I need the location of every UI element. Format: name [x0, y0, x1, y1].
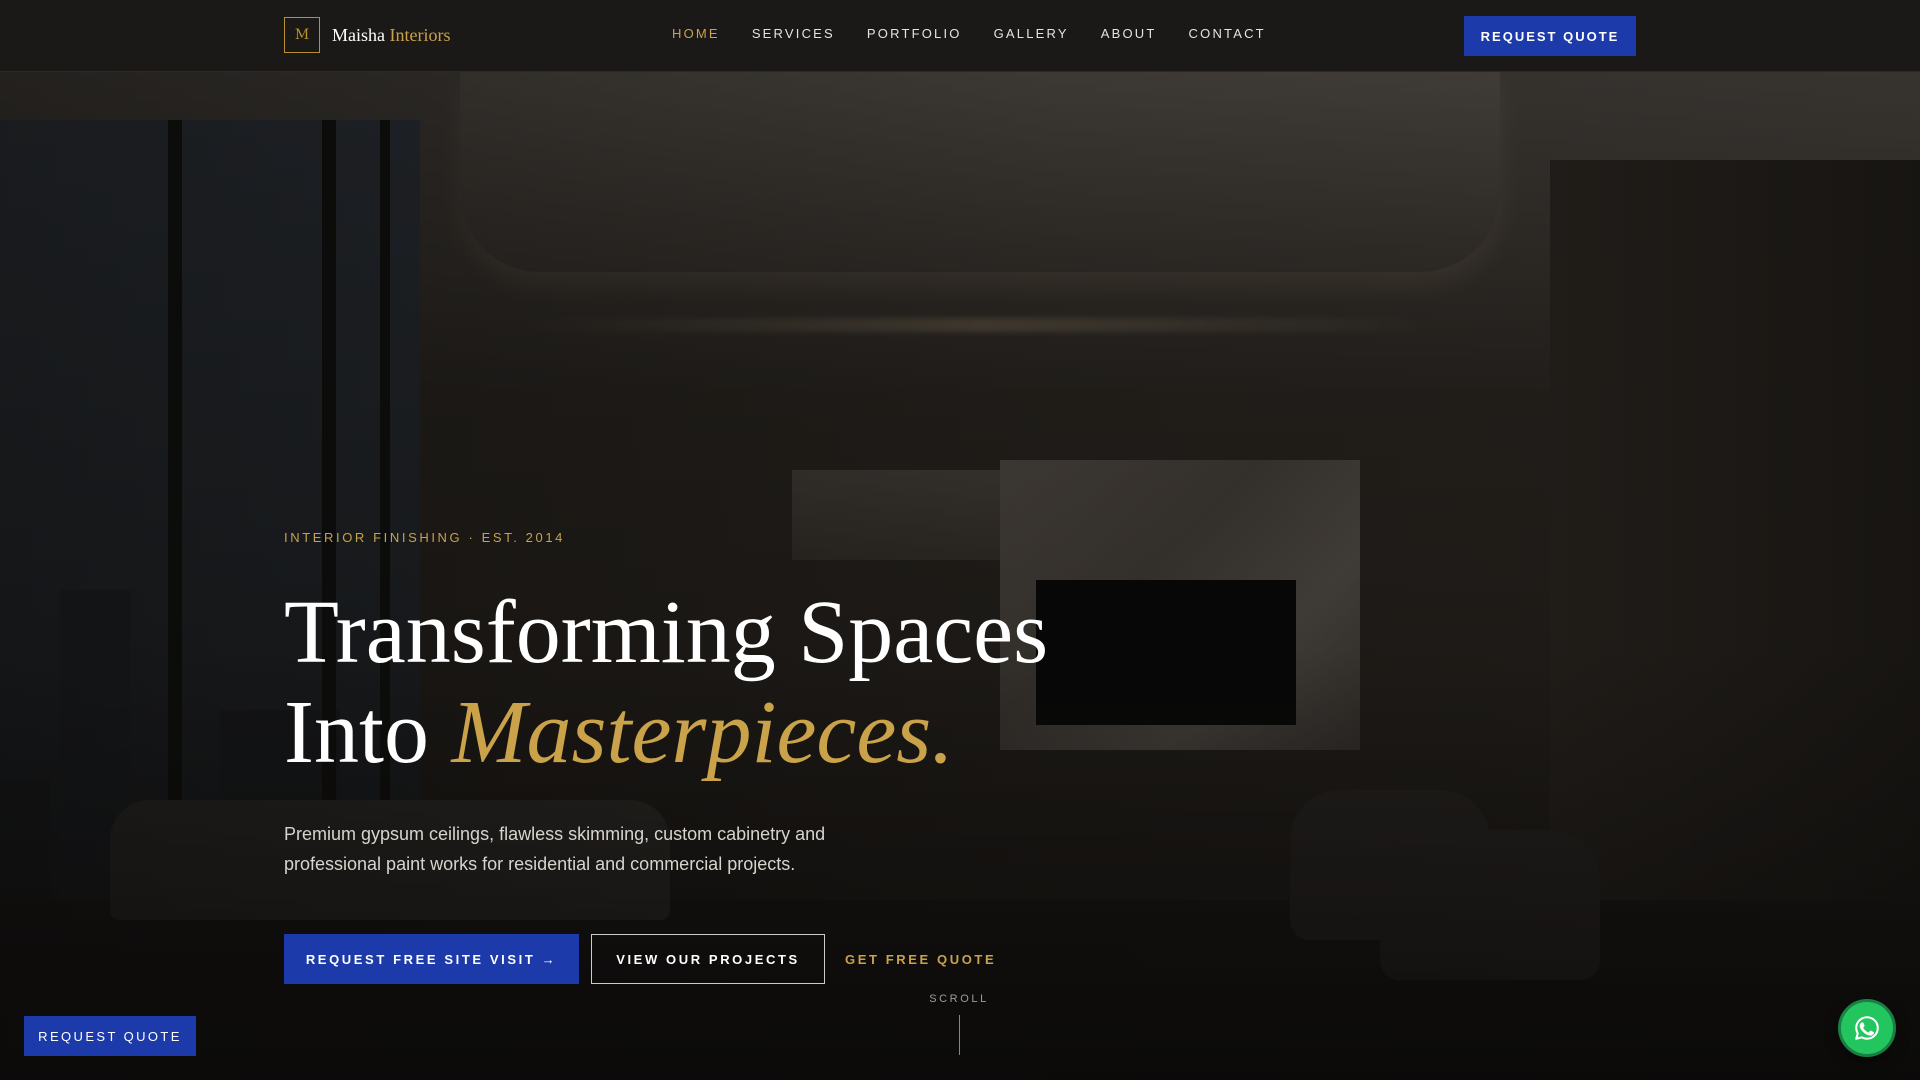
nav-contact[interactable]: CONTACT — [1189, 26, 1266, 41]
nav-services[interactable]: SERVICES — [752, 26, 835, 41]
headline-line-1: Transforming Spaces — [284, 583, 1049, 682]
whatsapp-button[interactable] — [1838, 999, 1896, 1057]
brand-name-accent: Interiors — [389, 24, 451, 45]
brand-name: Maisha Interiors — [332, 25, 450, 46]
headline-prefix: Into — [284, 683, 452, 782]
logo-mark: M — [284, 17, 320, 53]
site-header: M Maisha Interiors HOME SERVICES PORTFOL… — [0, 0, 1920, 72]
whatsapp-icon — [1855, 1016, 1879, 1040]
hero-subtitle: Premium gypsum ceilings, flawless skimmi… — [284, 824, 826, 874]
nav-home[interactable]: HOME — [672, 26, 720, 41]
nav-about[interactable]: ABOUT — [1101, 26, 1157, 41]
floating-request-quote-button[interactable]: REQUEST QUOTE — [24, 1016, 196, 1056]
view-projects-button[interactable]: VIEW OUR PROJECTS — [591, 934, 825, 984]
brand-name-primary: Maisha — [332, 24, 385, 45]
headline-accent: Masterpieces. — [451, 683, 954, 782]
scroll-indicator-label: SCROLL — [929, 993, 989, 1005]
get-free-quote-link[interactable]: GET FREE QUOTE — [845, 952, 996, 967]
main-nav: HOME SERVICES PORTFOLIO GALLERY ABOUT CO… — [672, 26, 1298, 41]
nav-portfolio[interactable]: PORTFOLIO — [867, 26, 962, 41]
hero-cta-row: REQUEST FREE SITE VISIT → VIEW OUR PROJE… — [284, 934, 996, 984]
request-quote-button[interactable]: REQUEST QUOTE — [1464, 16, 1636, 56]
hero-section: INTERIOR FINISHING · EST. 2014 Transform… — [284, 530, 1184, 879]
brand-logo[interactable]: M Maisha Interiors — [284, 17, 450, 53]
request-site-visit-button[interactable]: REQUEST FREE SITE VISIT → — [284, 934, 579, 984]
hero-headline: Transforming Spaces Into Masterpieces. — [284, 583, 1184, 783]
nav-gallery[interactable]: GALLERY — [994, 26, 1069, 41]
scroll-indicator-line — [959, 1015, 960, 1055]
hero-eyebrow: INTERIOR FINISHING · EST. 2014 — [284, 530, 565, 545]
headline-line-2: Into Masterpieces. — [284, 683, 1184, 783]
